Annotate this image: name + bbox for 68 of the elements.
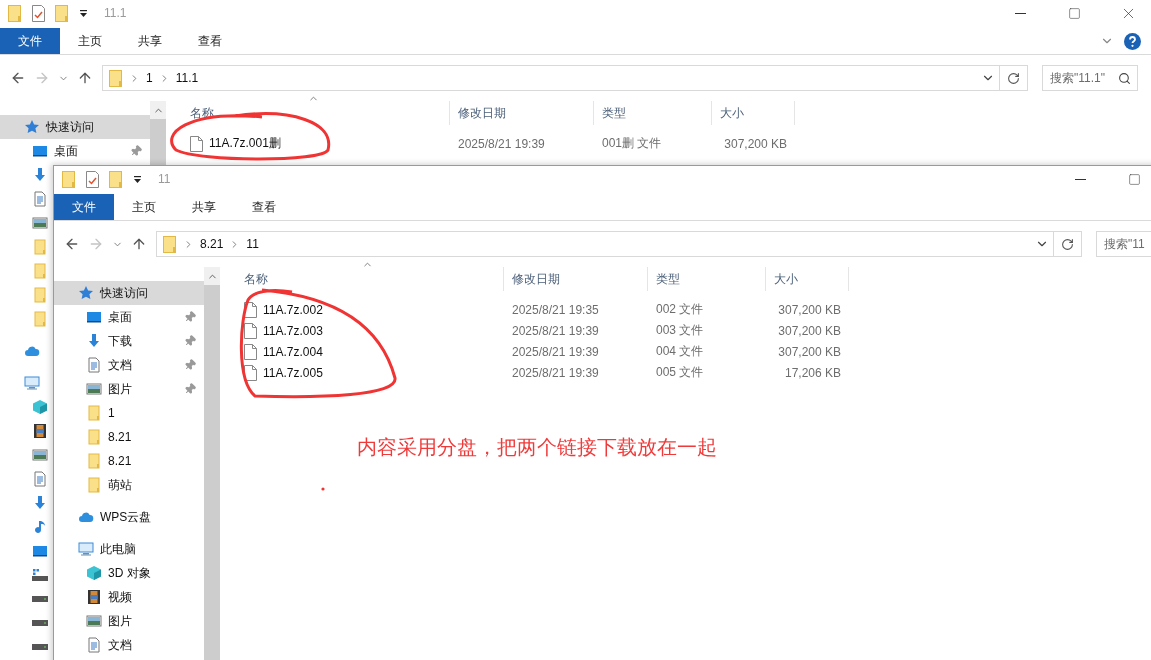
size-cell-text: 17,206 KB [783,365,842,380]
date-cell-text: 2025/8/21 19:35 [511,302,600,317]
column-header[interactable]: 类型 [656,270,680,288]
breadcrumb[interactable]: 1 [146,71,153,85]
window-title: 11.1 [104,6,127,20]
column-header[interactable]: 修改日期 [512,270,560,288]
nav-item[interactable]: 文档 [54,353,204,377]
file-row[interactable]: 11A.7z.003 2025/8/21 19:39 003 文件 307,200 KB [228,320,1151,341]
file-row[interactable]: 11A.7z.001删 2025/8/21 19:39 001删 文件 307,200 KB [174,133,1151,154]
column-header[interactable]: 大小 [774,270,798,288]
nav-item[interactable]: 萌站 [54,473,204,497]
search-field[interactable]: 搜索"11 [1096,231,1151,257]
breadcrumb[interactable]: 8.21 [200,237,224,251]
breadcrumb[interactable]: 11 [246,237,259,251]
nav-item[interactable]: 快速访问 [54,281,204,305]
file-name: 11A.7z.001删 [209,135,281,152]
file-name: 11A.7z.005 [263,365,323,380]
ribbon-tab[interactable]: 主页 [114,194,174,220]
column-header[interactable]: 名称 [244,270,268,288]
size-cell-text: 307,200 KB [777,302,842,317]
nav-item[interactable]: 文档 [54,633,204,657]
ribbon-tab[interactable]: 查看 [234,194,294,220]
address-bar[interactable]: 8.21 11 [156,231,1054,257]
file-row[interactable]: 11A.7z.004 2025/8/21 19:39 004 文件 307,200 KB [228,341,1151,362]
nav-item[interactable]: WPS云盘 [54,505,204,529]
size-cell-text: 307,200 KB [723,136,788,151]
nav-item[interactable]: 图片 [54,609,204,633]
date-cell-text: 2025/8/21 19:39 [511,344,600,359]
window-title: 11 [158,172,171,186]
file-row[interactable]: 11A.7z.002 2025/8/21 19:35 002 文件 307,200 KB [228,299,1151,320]
column-header[interactable]: 修改日期 [458,104,506,122]
ribbon-tab[interactable]: 文件 [0,28,60,54]
nav-item[interactable]: 图片 [54,377,204,401]
type-cell-text: 002 文件 [655,301,705,318]
column-header[interactable]: 大小 [720,104,744,122]
date-cell-text: 2025/8/21 19:39 [511,323,600,338]
file-name: 11A.7z.003 [263,323,323,338]
breadcrumb[interactable]: 11.1 [175,71,199,85]
ribbon-tab[interactable]: 查看 [180,28,240,54]
ribbon-tab[interactable]: 共享 [120,28,180,54]
nav-item[interactable]: 8.21 [54,425,204,449]
size-cell-text: 307,200 KB [777,344,842,359]
type-cell-text: 001删 文件 [601,135,663,152]
search-field[interactable]: 搜索"11.1" [1042,65,1138,91]
nav-item[interactable]: 此电脑 [54,537,204,561]
type-cell-text: 004 文件 [655,343,705,360]
file-name: 11A.7z.002 [263,302,323,317]
date-cell-text: 2025/8/21 19:39 [457,136,546,151]
date-cell-text: 2025/8/21 19:39 [511,365,600,380]
nav-item[interactable]: 视频 [54,585,204,609]
nav-item[interactable]: 快速访问 [0,115,150,139]
type-cell-text: 005 文件 [655,364,705,381]
ribbon-tab[interactable]: 文件 [54,194,114,220]
address-bar[interactable]: 1 11.1 [102,65,1000,91]
file-row[interactable]: 11A.7z.005 2025/8/21 19:39 005 文件 17,206 KB [228,362,1151,383]
file-name: 11A.7z.004 [263,344,323,359]
nav-item[interactable]: 8.21 [54,449,204,473]
column-header[interactable]: 类型 [602,104,626,122]
ribbon-tab[interactable]: 主页 [60,28,120,54]
size-cell-text: 307,200 KB [777,323,842,338]
nav-item[interactable]: 3D 对象 [54,561,204,585]
annotation-text: 内容采用分盘，把两个链接下载放在一起 [357,435,717,460]
nav-item[interactable]: 下载 [54,329,204,353]
ribbon-tab[interactable]: 共享 [174,194,234,220]
nav-item[interactable]: 1 [54,401,204,425]
nav-item[interactable]: 桌面 [54,305,204,329]
type-cell-text: 003 文件 [655,322,705,339]
nav-item[interactable]: 桌面 [0,139,150,163]
